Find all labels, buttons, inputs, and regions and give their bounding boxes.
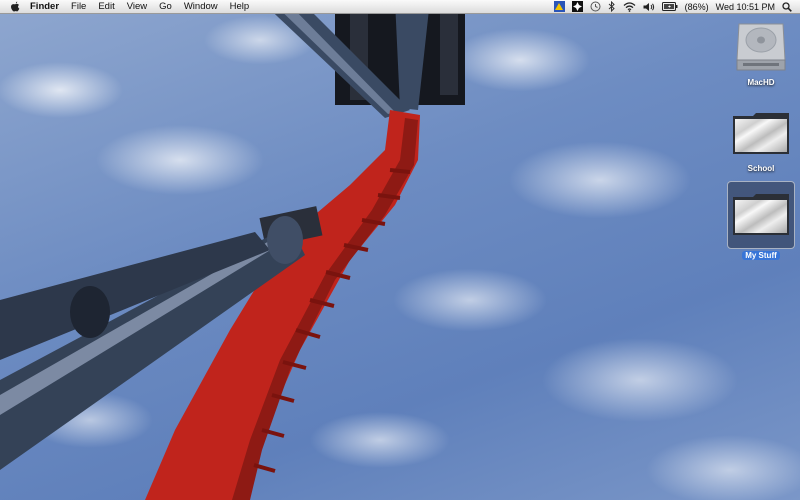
roller-coaster-wallpaper xyxy=(0,0,465,500)
input-source-icon[interactable] xyxy=(553,0,565,14)
desktop-icon-machd[interactable]: MacHD xyxy=(727,20,795,87)
desktop-icon-school[interactable]: School xyxy=(727,106,795,173)
volume-icon[interactable] xyxy=(643,0,655,14)
wifi-icon[interactable] xyxy=(623,0,636,14)
menu-bar: Finder File Edit View Go Window Help (86… xyxy=(0,0,800,14)
folder-icon xyxy=(727,181,795,249)
desktop[interactable]: Finder File Edit View Go Window Help (86… xyxy=(0,0,800,500)
desktop-icon-label: My Stuff xyxy=(742,251,780,260)
folder-icon xyxy=(731,106,791,162)
menu-edit[interactable]: Edit xyxy=(92,0,120,14)
desktop-icon-label: MacHD xyxy=(747,78,775,87)
menu-help[interactable]: Help xyxy=(224,0,256,14)
desktop-icon-my-stuff[interactable]: My Stuff xyxy=(727,181,795,260)
bluetooth-icon[interactable] xyxy=(608,0,616,14)
menu-file[interactable]: File xyxy=(65,0,92,14)
menu-app-finder[interactable]: Finder xyxy=(24,0,65,14)
menu-view[interactable]: View xyxy=(121,0,153,14)
menu-clock[interactable]: Wed 10:51 PM xyxy=(716,2,775,12)
desktop-icon-label: School xyxy=(747,164,775,173)
spaces-icon[interactable] xyxy=(571,0,583,14)
menu-go[interactable]: Go xyxy=(153,0,178,14)
menu-window[interactable]: Window xyxy=(178,0,224,14)
time-machine-icon[interactable] xyxy=(590,0,601,14)
battery-percent[interactable]: (86%) xyxy=(685,2,709,12)
battery-icon[interactable] xyxy=(661,0,678,14)
spotlight-search-icon[interactable] xyxy=(782,0,792,14)
apple-menu-icon[interactable] xyxy=(6,1,24,12)
hard-drive-icon xyxy=(731,20,791,76)
